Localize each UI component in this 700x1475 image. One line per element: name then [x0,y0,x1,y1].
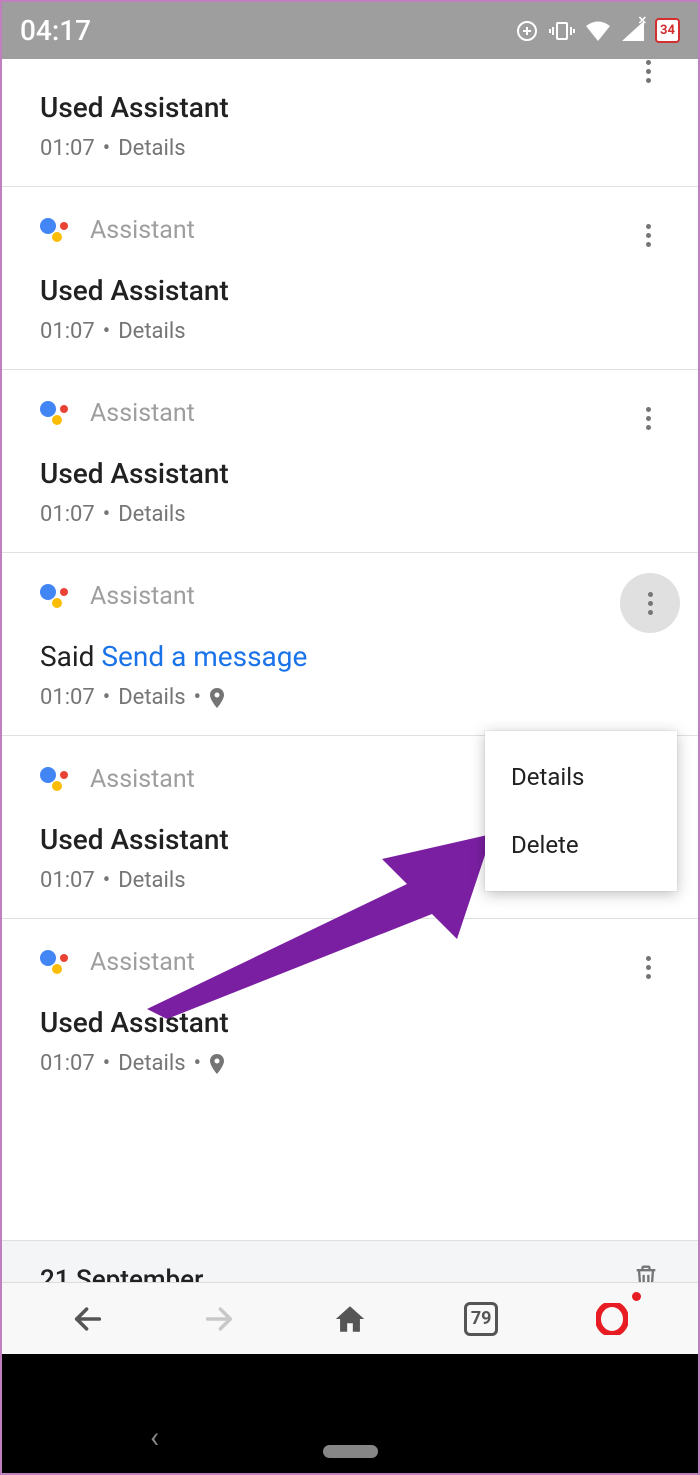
assistant-logo-icon [40,214,72,246]
location-pin-icon [209,1054,225,1074]
entry-meta: 01:07 • Details [40,136,660,161]
delete-day-button[interactable] [632,1261,660,1282]
entry-app-name: Assistant [90,399,195,428]
date-section-header: 21 September [2,1240,698,1282]
entry-meta: 01:07 • Details • [40,1051,660,1076]
entry-link[interactable]: Send a message [101,640,307,673]
entry-title: Used Assistant [40,91,660,124]
activity-entry[interactable]: Assistant Used Assistant 01:07 • Details [2,186,698,369]
entry-title: Used Assistant [40,1006,660,1039]
entry-time: 01:07 [40,319,95,344]
entry-time: 01:07 [40,685,95,710]
assistant-logo-icon [40,397,72,429]
location-pin-icon [209,688,225,708]
entry-time: 01:07 [40,502,95,527]
entry-app-name: Assistant [90,765,195,794]
entry-details-link[interactable]: Details [118,136,185,161]
signal-icon: ✕ [621,20,645,42]
opera-menu-button[interactable] [587,1294,637,1344]
entry-time: 01:07 [40,1051,95,1076]
browser-toolbar: 79 [2,1282,698,1354]
assistant-logo-icon [40,946,72,978]
entry-details-link[interactable]: Details [118,685,185,710]
entry-details-link[interactable]: Details [118,319,185,344]
entry-time: 01:07 [40,868,95,893]
entry-details-link[interactable]: Details [118,868,185,893]
vibrate-icon [549,19,575,43]
date-label: 21 September [40,1265,203,1283]
system-nav-bar: ‹ [2,1354,698,1473]
status-time: 04:17 [20,14,91,47]
activity-entry[interactable]: Assistant Used Assistant 01:07 • Details [2,59,698,186]
activity-entry[interactable]: Assistant Said Send a message 01:07 • De… [2,552,698,735]
activity-list: Assistant Used Assistant 01:07 • Details… [2,59,698,1282]
menu-item-details[interactable]: Details [485,743,677,811]
said-prefix: Said [40,640,101,673]
entry-menu-button[interactable] [628,398,668,438]
home-button[interactable] [325,1294,375,1344]
entry-time: 01:07 [40,136,95,161]
entry-app-name: Assistant [90,948,195,977]
entry-app-name: Assistant [90,216,195,245]
status-bar: 04:17 ✕ 34 [2,2,698,59]
wifi-icon [585,20,611,42]
back-button[interactable] [63,1294,113,1344]
assistant-logo-icon [40,59,72,63]
forward-button[interactable] [194,1294,244,1344]
menu-item-delete[interactable]: Delete [485,811,677,879]
assistant-logo-icon [40,580,72,612]
entry-details-link[interactable]: Details [118,1051,185,1076]
entry-menu-button[interactable] [620,573,680,633]
entry-app-name: Assistant [90,582,195,611]
data-saver-icon [515,19,539,43]
entry-context-menu: Details Delete [485,731,677,891]
entry-menu-button[interactable] [628,59,668,91]
tab-count: 79 [464,1302,498,1336]
entry-meta: 01:07 • Details • [40,685,660,710]
status-icons: ✕ 34 [515,18,680,43]
entry-title: Used Assistant [40,274,660,307]
entry-menu-button[interactable] [628,947,668,987]
battery-badge-icon: 34 [655,18,680,43]
nav-home-pill[interactable] [323,1445,378,1458]
activity-entry[interactable]: Assistant Used Assistant 01:07 • Details… [2,918,698,1101]
entry-details-link[interactable]: Details [118,502,185,527]
entry-app-name: Assistant [90,59,195,62]
entry-menu-button[interactable] [628,215,668,255]
entry-title: Used Assistant [40,457,660,490]
tabs-button[interactable]: 79 [456,1294,506,1344]
entry-meta: 01:07 • Details [40,319,660,344]
activity-entry[interactable]: Assistant Used Assistant 01:07 • Details [2,369,698,552]
entry-meta: 01:07 • Details [40,502,660,527]
assistant-logo-icon [40,763,72,795]
entry-title: Said Send a message [40,640,660,673]
nav-back-icon[interactable]: ‹ [150,1420,159,1455]
